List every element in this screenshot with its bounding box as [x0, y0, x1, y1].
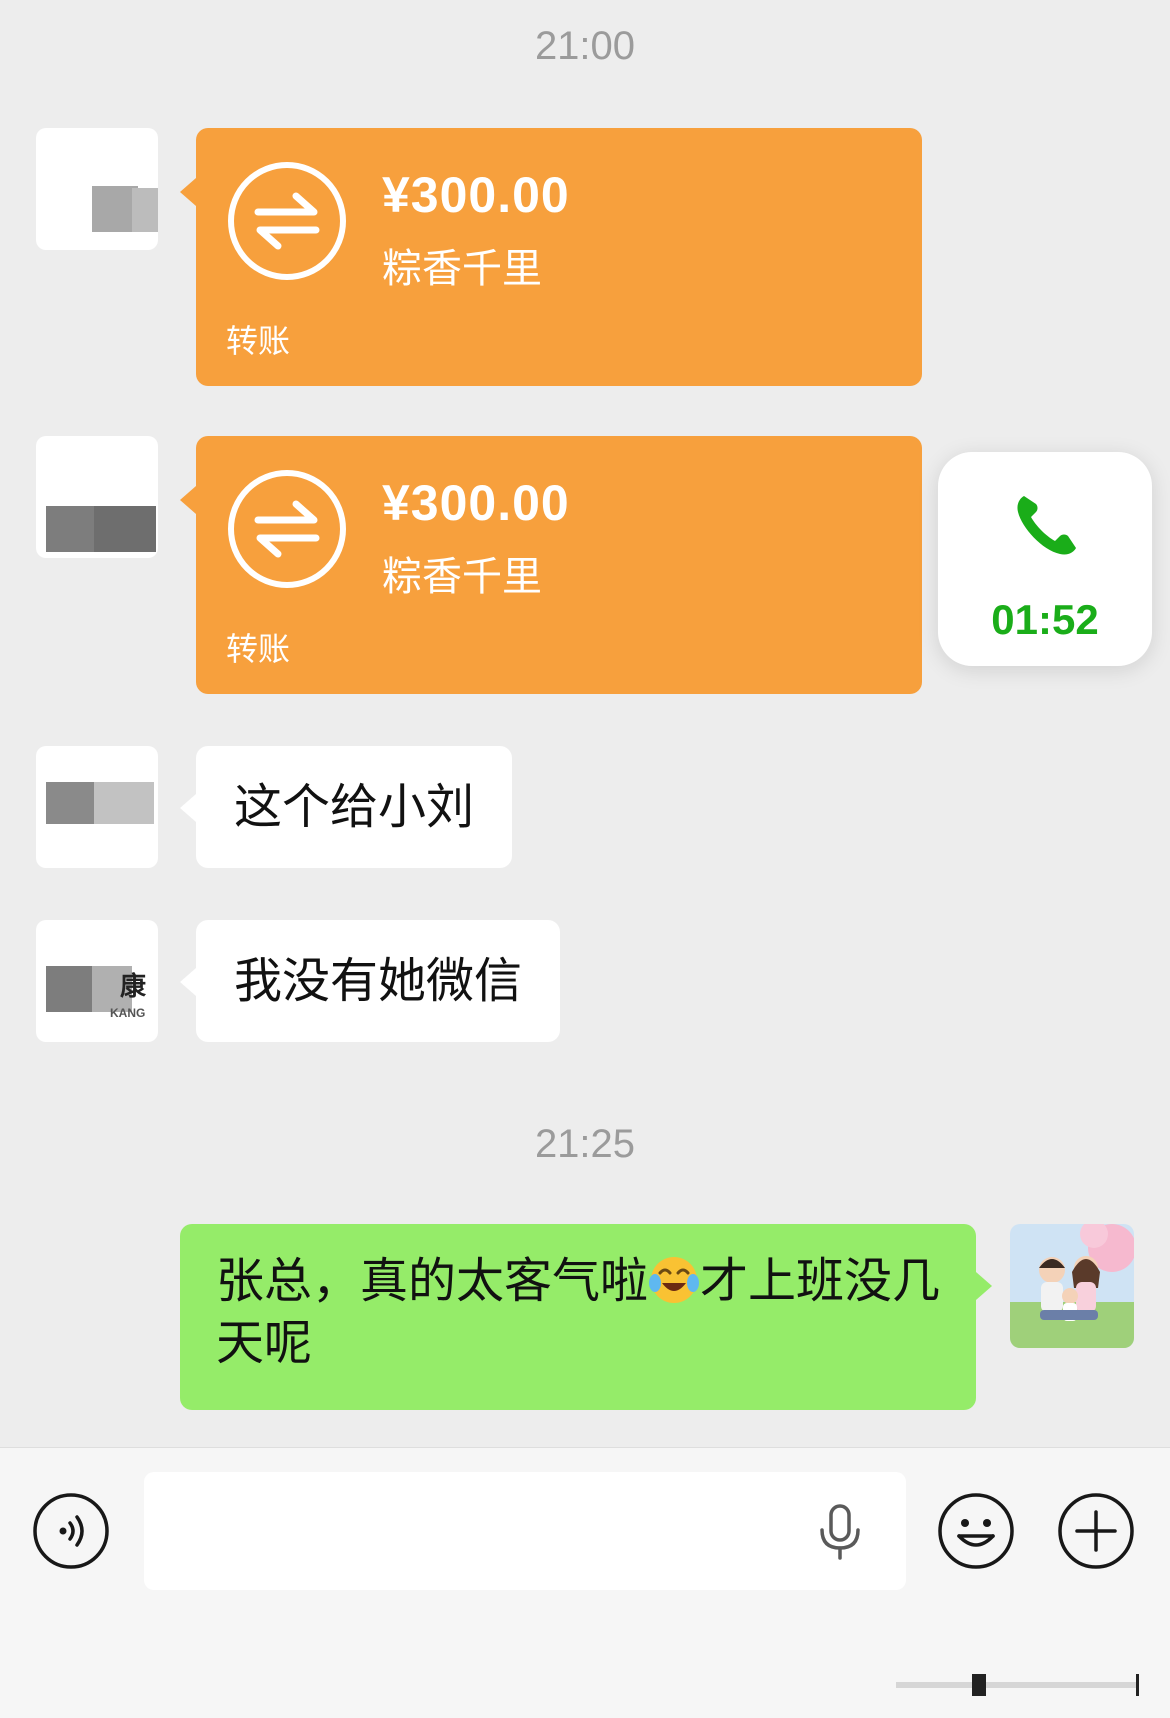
family-cartoon-avatar-icon: [1010, 1224, 1134, 1348]
phone-icon: [1017, 496, 1076, 555]
contact-avatar[interactable]: [36, 128, 158, 250]
input-bar: [0, 1447, 1170, 1718]
transfer-label: 转账: [226, 630, 291, 668]
avatar-logo-text: 康: [120, 971, 147, 1001]
call-floating-widget[interactable]: 01:52: [938, 452, 1152, 666]
transfer-note: 粽香千里: [382, 246, 542, 292]
face-crying-laughing-emoji: [649, 1257, 700, 1303]
incoming-message-bubble[interactable]: 这个给小刘: [179, 746, 513, 868]
voice-mode-icon[interactable]: [32, 1492, 110, 1570]
transfer-amount: ¥300.00: [382, 167, 570, 223]
home-indicator: [896, 1674, 1139, 1696]
outgoing-message-bubble[interactable]: 张总，真的太客气啦 才上班没几天呢: [180, 1224, 992, 1410]
transfer-label: 转账: [226, 322, 291, 360]
emoji-icon[interactable]: [937, 1492, 1015, 1570]
chat-area[interactable]: 21:00 ¥300.00 粽香千里 转账 ¥300.00 粽香千里 转账 这个…: [0, 0, 1170, 1447]
transfer-arrows-icon: [228, 470, 346, 588]
time-divider: 21:25: [534, 1122, 636, 1166]
call-duration: 01:52: [991, 596, 1099, 643]
contact-avatar[interactable]: [36, 436, 158, 558]
message-input[interactable]: [144, 1472, 906, 1590]
avatar-logo-subtext: KANG: [110, 1006, 146, 1020]
transfer-card[interactable]: ¥300.00 粽香千里 转账: [180, 436, 922, 694]
contact-avatar[interactable]: 康 KANG: [36, 920, 158, 1042]
microphone-icon[interactable]: [816, 1504, 864, 1560]
transfer-arrows-icon: [228, 162, 346, 280]
contact-avatar[interactable]: [36, 746, 158, 868]
time-divider: 21:00: [534, 24, 636, 68]
transfer-amount: ¥300.00: [382, 475, 570, 531]
message-text: 张总，真的太客气啦: [216, 1253, 649, 1309]
transfer-note: 粽香千里: [382, 554, 542, 600]
my-avatar[interactable]: [1010, 1224, 1134, 1348]
plus-icon[interactable]: [1057, 1492, 1135, 1570]
incoming-message-bubble[interactable]: 我没有她微信: [179, 920, 561, 1042]
transfer-card[interactable]: ¥300.00 粽香千里 转账: [180, 128, 922, 386]
